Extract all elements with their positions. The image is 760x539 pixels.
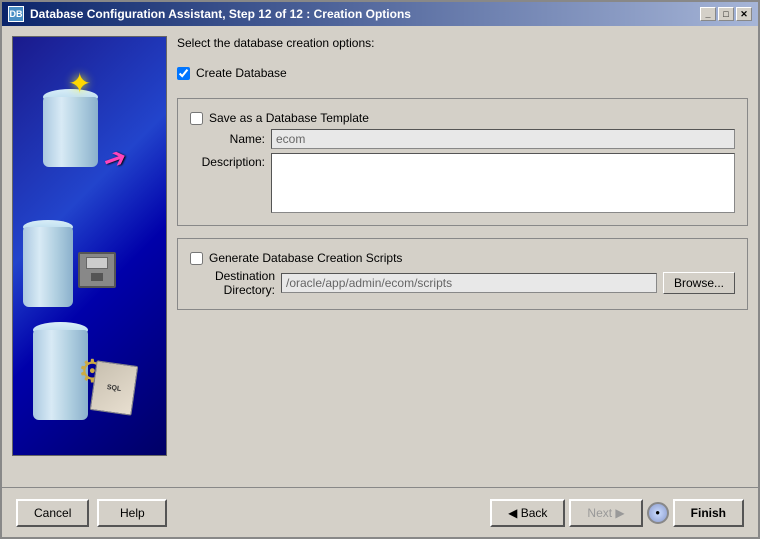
star-icon: ✦ — [68, 67, 98, 97]
maximize-button[interactable]: □ — [718, 7, 734, 21]
floppy-disk-icon — [78, 252, 116, 288]
content-area: ✦ ➔ ⚙ ⚙ SQL — [2, 26, 758, 487]
name-label: Name: — [190, 132, 265, 146]
spinner-icon: ● — [647, 502, 669, 524]
finish-button[interactable]: Finish — [673, 499, 744, 527]
cylinder-1 — [43, 97, 98, 167]
generate-scripts-checkbox[interactable] — [190, 252, 203, 265]
db-illustration: ✦ ➔ ⚙ ⚙ SQL — [13, 37, 166, 455]
save-template-label: Save as a Database Template — [209, 111, 369, 125]
save-template-section: Save as a Database Template Name: Descri… — [177, 98, 748, 226]
help-button[interactable]: Help — [97, 499, 167, 527]
next-arrow-icon: ▶ — [612, 506, 625, 520]
create-database-label: Create Database — [196, 66, 287, 80]
illustration-panel: ✦ ➔ ⚙ ⚙ SQL — [12, 36, 167, 456]
cancel-button[interactable]: Cancel — [16, 499, 89, 527]
name-input[interactable] — [271, 129, 735, 149]
cylinder-2 — [23, 227, 73, 307]
generate-scripts-label: Generate Database Creation Scripts — [209, 251, 402, 265]
destination-row: Destination Directory: Browse... — [190, 269, 735, 297]
close-button[interactable]: ✕ — [736, 7, 752, 21]
save-template-row: Save as a Database Template — [190, 111, 735, 125]
name-row: Name: — [190, 129, 735, 149]
bottom-bar: Cancel Help ◀ Back Next ▶ ● Finish — [2, 487, 758, 537]
create-database-row: Create Database — [177, 66, 748, 80]
title-bar: DB Database Configuration Assistant, Ste… — [2, 2, 758, 26]
save-template-checkbox[interactable] — [190, 112, 203, 125]
arrow-icon: ➔ — [98, 139, 131, 178]
browse-button[interactable]: Browse... — [663, 272, 735, 294]
create-database-checkbox[interactable] — [177, 67, 190, 80]
minimize-button[interactable]: _ — [700, 7, 716, 21]
destination-label: Destination Directory: — [190, 269, 275, 297]
app-icon: DB — [8, 6, 24, 22]
back-arrow-icon: ◀ — [508, 506, 521, 520]
main-window: DB Database Configuration Assistant, Ste… — [0, 0, 760, 539]
back-button[interactable]: ◀ Back — [490, 499, 565, 527]
title-bar-left: DB Database Configuration Assistant, Ste… — [8, 6, 411, 22]
description-label: Description: — [190, 153, 265, 169]
destination-input[interactable] — [281, 273, 657, 293]
scripts-section: Generate Database Creation Scripts Desti… — [177, 238, 748, 310]
next-button[interactable]: Next ▶ — [569, 499, 642, 527]
instruction-text: Select the database creation options: — [177, 36, 748, 50]
options-panel: Select the database creation options: Cr… — [177, 36, 748, 477]
sql-card-icon: SQL — [90, 360, 139, 415]
window-title: Database Configuration Assistant, Step 1… — [30, 7, 411, 21]
bottom-right-buttons: ◀ Back Next ▶ ● Finish — [490, 499, 744, 527]
description-row: Description: — [190, 153, 735, 213]
generate-scripts-row: Generate Database Creation Scripts — [190, 251, 735, 265]
description-input[interactable] — [271, 153, 735, 213]
bottom-left-buttons: Cancel Help — [16, 499, 167, 527]
window-controls: _ □ ✕ — [700, 7, 752, 21]
